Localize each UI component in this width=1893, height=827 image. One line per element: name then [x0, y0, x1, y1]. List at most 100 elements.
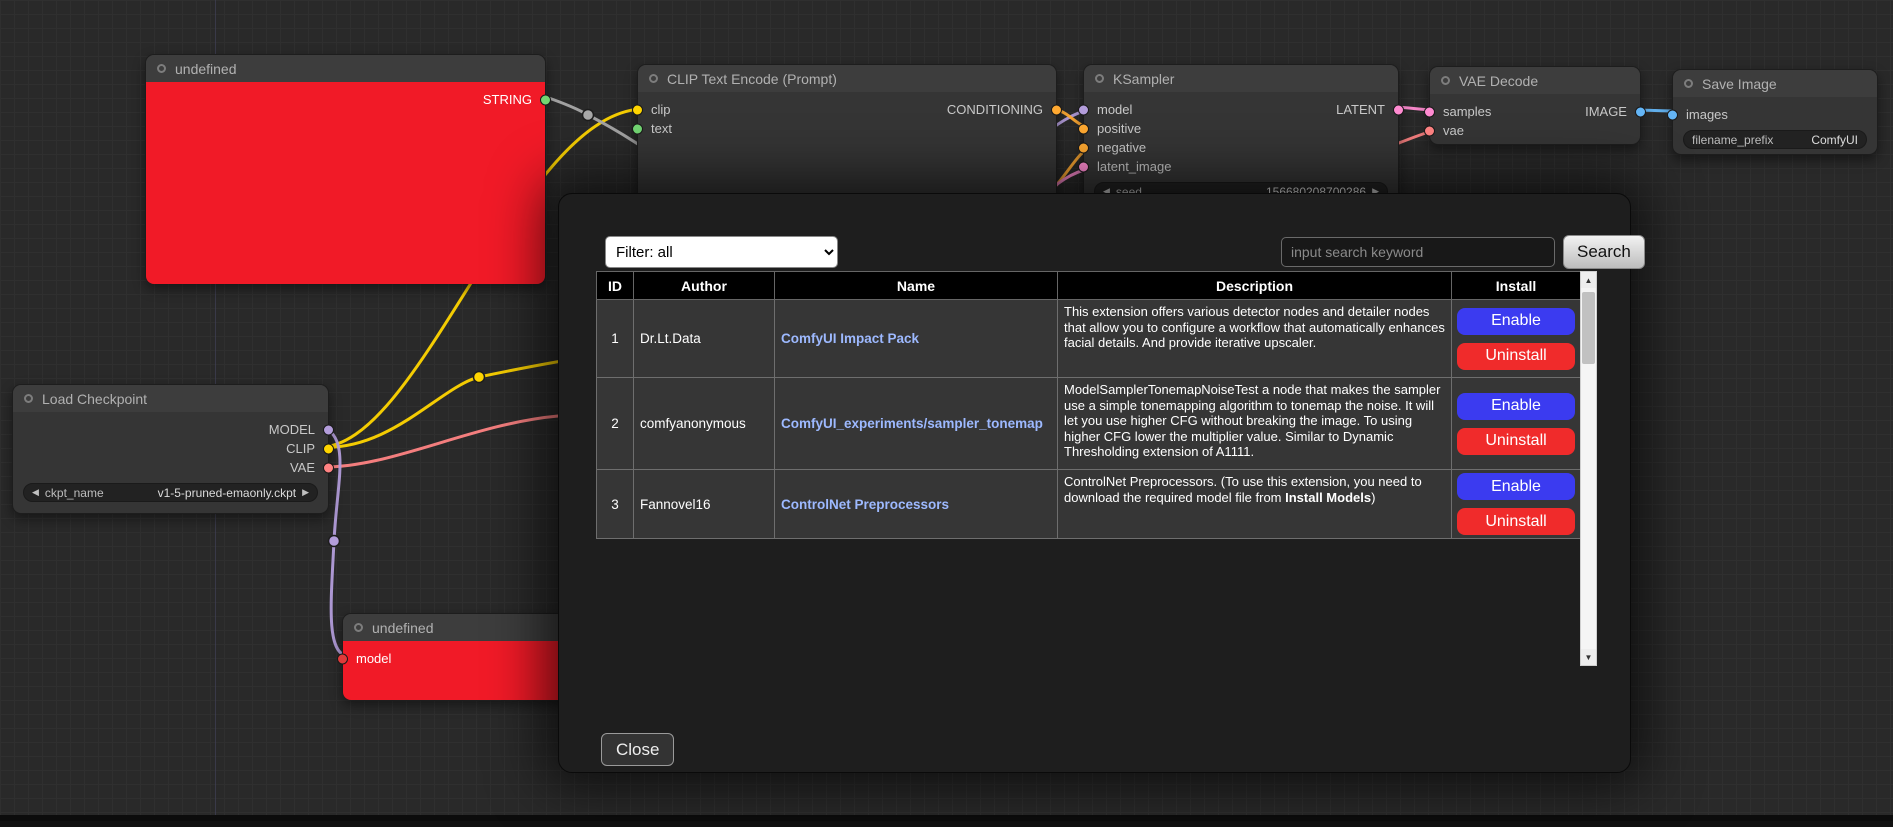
node-header[interactable]: VAE Decode — [1430, 67, 1640, 94]
input-dot-text[interactable] — [632, 123, 643, 134]
input-dot-positive[interactable] — [1078, 123, 1089, 134]
extension-link[interactable]: ComfyUI_experiments/sampler_tonemap — [781, 416, 1043, 431]
search-button[interactable]: Search — [1563, 235, 1645, 269]
output-dot-image[interactable] — [1635, 106, 1646, 117]
slot-label: CONDITIONING — [947, 102, 1043, 117]
slot-row: CLIP — [13, 439, 328, 458]
node-ksampler[interactable]: KSampler model LATENT positive negative … — [1083, 64, 1399, 209]
col-header-name: Name — [775, 272, 1058, 300]
slot-label: CLIP — [286, 441, 315, 456]
decrement-arrow-icon[interactable]: ◀ — [32, 487, 39, 498]
node-header[interactable]: Load Checkpoint — [13, 385, 328, 412]
output-slot-string: STRING — [146, 90, 545, 109]
uninstall-button[interactable]: Uninstall — [1457, 508, 1575, 535]
node-header[interactable]: KSampler — [1084, 65, 1398, 92]
collapse-dot-icon[interactable] — [1095, 74, 1104, 83]
reroute-dot-string[interactable] — [583, 110, 594, 121]
search-input[interactable] — [1281, 237, 1555, 267]
node-header[interactable]: CLIP Text Encode (Prompt) — [638, 65, 1056, 92]
enable-button[interactable]: Enable — [1457, 393, 1575, 420]
slot-label: clip — [651, 102, 671, 117]
reroute-dot-model[interactable] — [329, 536, 340, 547]
input-dot-model[interactable] — [1078, 104, 1089, 115]
extension-row: 2 comfyanonymous ComfyUI_experiments/sam… — [597, 378, 1581, 470]
output-dot-latent[interactable] — [1393, 104, 1404, 115]
node-vae-decode[interactable]: VAE Decode samples IMAGE vae — [1429, 66, 1641, 145]
node-body: model LATENT positive negative latent_im… — [1084, 92, 1398, 201]
node-header[interactable]: undefined — [146, 55, 545, 82]
slot-label: vae — [1443, 123, 1464, 138]
node-body-error: STRING — [146, 82, 545, 284]
output-dot-vae[interactable] — [323, 462, 334, 473]
collapse-dot-icon[interactable] — [157, 64, 166, 73]
input-dot-vae[interactable] — [1424, 125, 1435, 136]
cell-install: Enable Uninstall — [1452, 378, 1581, 470]
slot-label: latent_image — [1097, 159, 1171, 174]
slot-label: text — [651, 121, 672, 136]
widget-label: filename_prefix — [1692, 133, 1773, 147]
col-header-description: Description — [1058, 272, 1452, 300]
increment-arrow-icon[interactable]: ▶ — [302, 487, 309, 498]
slot-row: samples IMAGE — [1430, 102, 1640, 121]
input-dot-latent-image[interactable] — [1078, 161, 1089, 172]
slot-label: LATENT — [1336, 102, 1385, 117]
enable-button[interactable]: Enable — [1457, 308, 1575, 335]
cell-install: Enable Uninstall — [1452, 300, 1581, 378]
description-text: ) — [1371, 490, 1375, 505]
collapse-dot-icon[interactable] — [1684, 79, 1693, 88]
extension-link[interactable]: ControlNet Preprocessors — [781, 497, 949, 512]
output-dot-model[interactable] — [323, 424, 334, 435]
node-clip-text-encode[interactable]: CLIP Text Encode (Prompt) clip CONDITION… — [637, 64, 1057, 214]
input-dot-negative[interactable] — [1078, 142, 1089, 153]
input-dot-images[interactable] — [1667, 109, 1678, 120]
node-load-checkpoint[interactable]: Load Checkpoint MODEL CLIP VAE ◀ ckpt_na… — [12, 384, 329, 514]
cell-id: 1 — [597, 300, 634, 378]
slot-label: negative — [1097, 140, 1146, 155]
slot-label: VAE — [290, 460, 315, 475]
cell-author: comfyanonymous — [634, 378, 775, 470]
extension-row: 1 Dr.Lt.Data ComfyUI Impact Pack This ex… — [597, 300, 1581, 378]
scrollbar-thumb[interactable] — [1582, 292, 1595, 364]
col-header-author: Author — [634, 272, 775, 300]
reroute-dot-clip[interactable] — [474, 372, 485, 383]
input-dot-model[interactable] — [337, 653, 348, 664]
output-dot-clip[interactable] — [323, 443, 334, 454]
node-title: undefined — [175, 61, 237, 77]
slot-label: MODEL — [269, 422, 315, 437]
slot-label: images — [1686, 107, 1728, 122]
slot-label: model — [1097, 102, 1132, 117]
slot-row: positive — [1084, 119, 1398, 138]
input-dot-samples[interactable] — [1424, 106, 1435, 117]
output-dot-string[interactable] — [540, 94, 551, 105]
slot-row: latent_image — [1084, 157, 1398, 176]
collapse-dot-icon[interactable] — [24, 394, 33, 403]
input-dot-clip[interactable] — [632, 104, 643, 115]
node-body: clip CONDITIONING text — [638, 92, 1056, 138]
filter-select[interactable]: Filter: all — [605, 236, 838, 268]
widget-value: ComfyUI — [1811, 133, 1858, 147]
widget-label: ckpt_name — [45, 486, 104, 500]
close-button[interactable]: Close — [601, 733, 674, 766]
collapse-dot-icon[interactable] — [649, 74, 658, 83]
cell-name: ComfyUI Impact Pack — [775, 300, 1058, 378]
enable-button[interactable]: Enable — [1457, 473, 1575, 500]
collapse-dot-icon[interactable] — [354, 623, 363, 632]
ckpt-name-widget[interactable]: ◀ ckpt_name v1-5-pruned-emaonly.ckpt ▶ — [23, 483, 318, 502]
cell-id: 3 — [597, 470, 634, 539]
slot-label: model — [356, 651, 391, 666]
extension-link[interactable]: ComfyUI Impact Pack — [781, 331, 919, 346]
scroll-down-icon[interactable]: ▼ — [1581, 649, 1596, 665]
uninstall-button[interactable]: Uninstall — [1457, 428, 1575, 455]
uninstall-button[interactable]: Uninstall — [1457, 343, 1575, 370]
col-header-install: Install — [1452, 272, 1581, 300]
filename-prefix-widget[interactable]: filename_prefix ComfyUI — [1683, 130, 1867, 149]
scroll-up-icon[interactable]: ▲ — [1581, 272, 1596, 288]
extensions-table: ID Author Name Description Install 1 Dr.… — [596, 271, 1581, 539]
node-header[interactable]: Save Image — [1673, 70, 1877, 97]
node-save-image[interactable]: Save Image images filename_prefix ComfyU… — [1672, 69, 1878, 155]
table-scrollbar[interactable]: ▲ ▼ — [1580, 271, 1597, 666]
collapse-dot-icon[interactable] — [1441, 76, 1450, 85]
extension-row: 3 Fannovel16 ControlNet Preprocessors Co… — [597, 470, 1581, 539]
node-undefined-top[interactable]: undefined STRING — [145, 54, 546, 284]
output-dot-conditioning[interactable] — [1051, 104, 1062, 115]
